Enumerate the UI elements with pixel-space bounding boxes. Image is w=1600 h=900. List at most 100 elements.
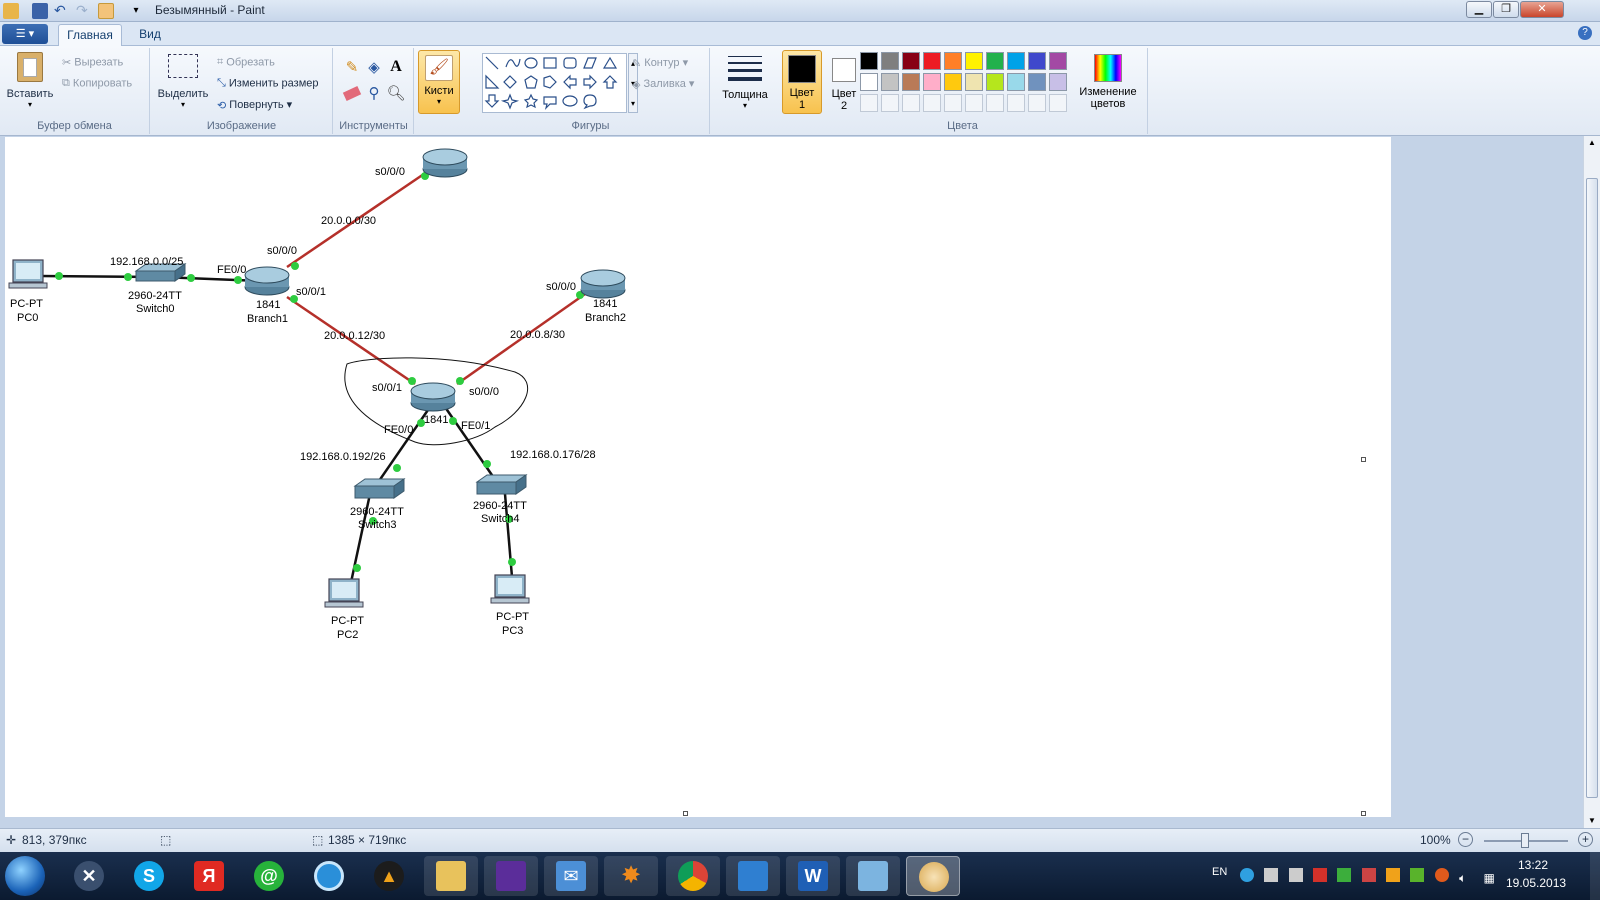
customize-quick-access-icon[interactable]: ▾: [128, 3, 144, 19]
taskbar-yandex[interactable]: Я: [182, 856, 236, 896]
taskbar-skype[interactable]: S: [122, 856, 176, 896]
palette-swatch[interactable]: [902, 73, 920, 91]
palette-swatch[interactable]: [986, 73, 1004, 91]
custom-swatch-empty[interactable]: [1007, 94, 1025, 112]
palette-swatch[interactable]: [1028, 52, 1046, 70]
select-button[interactable]: Выделить ▾: [157, 54, 209, 116]
tray-icon-6[interactable]: [1361, 868, 1376, 882]
paint-app-icon[interactable]: [3, 3, 19, 19]
brush-quick-icon[interactable]: [98, 3, 114, 19]
tab-home[interactable]: Главная: [58, 24, 122, 46]
palette-swatch[interactable]: [1049, 73, 1067, 91]
taskbar-explorer[interactable]: [424, 856, 478, 896]
palette-swatch[interactable]: [944, 52, 962, 70]
close-button[interactable]: ✕: [1520, 1, 1564, 18]
scroll-down-arrow[interactable]: ▼: [1584, 814, 1600, 828]
volume-icon[interactable]: 🔈︎: [1459, 871, 1473, 885]
paste-button[interactable]: Вставить ▾: [6, 52, 54, 112]
edit-colors-button[interactable]: Изменение цветов: [1076, 52, 1140, 116]
tray-icon-8[interactable]: [1410, 868, 1425, 882]
palette-swatch[interactable]: [986, 52, 1004, 70]
custom-swatch-empty[interactable]: [881, 94, 899, 112]
custom-swatch-empty[interactable]: [986, 94, 1004, 112]
taskbar-app-1[interactable]: ✕: [62, 856, 116, 896]
file-menu-button[interactable]: ☰ ▾: [2, 24, 48, 44]
color2-button[interactable]: Цвет 2: [824, 50, 864, 114]
cut-button[interactable]: ✂ Вырезать: [62, 56, 123, 69]
network-icon[interactable]: ▦: [1483, 871, 1497, 885]
palette-swatch[interactable]: [902, 52, 920, 70]
zoom-slider-thumb[interactable]: [1521, 833, 1529, 848]
vertical-scrollbar[interactable]: ▲ ▼: [1583, 136, 1600, 828]
tray-icon-2[interactable]: [1264, 868, 1279, 882]
palette-swatch[interactable]: [1007, 52, 1025, 70]
custom-swatch-empty[interactable]: [965, 94, 983, 112]
custom-swatch-empty[interactable]: [923, 94, 941, 112]
pencil-icon[interactable]: ✎: [342, 58, 362, 78]
scroll-up-arrow[interactable]: ▲: [1584, 136, 1600, 150]
tray-icon-3[interactable]: [1288, 868, 1303, 882]
minimize-button[interactable]: ▁: [1466, 1, 1492, 18]
size-button[interactable]: Толщина ▾: [719, 54, 771, 116]
scroll-thumb[interactable]: [1586, 178, 1598, 798]
redo-icon[interactable]: ↷: [76, 3, 92, 19]
tray-icon-4[interactable]: [1313, 868, 1328, 882]
palette-swatch[interactable]: [965, 52, 983, 70]
fill-button[interactable]: ◈ Заливка ▾: [632, 77, 694, 91]
custom-swatch-empty[interactable]: [1049, 94, 1067, 112]
taskbar-mail[interactable]: ✉: [544, 856, 598, 896]
start-button[interactable]: [5, 856, 45, 896]
fill-bucket-icon[interactable]: ◈: [364, 58, 384, 78]
taskbar-mail-agent[interactable]: @: [242, 856, 296, 896]
brushes-button[interactable]: 🖌︎ Кисти ▾: [418, 50, 460, 114]
taskbar-word[interactable]: W: [786, 856, 840, 896]
palette-swatch[interactable]: [1007, 73, 1025, 91]
palette-swatch[interactable]: [881, 52, 899, 70]
magnifier-icon[interactable]: 🔍︎: [386, 84, 406, 104]
palette-swatch[interactable]: [965, 73, 983, 91]
show-desktop-button[interactable]: [1590, 852, 1600, 900]
text-tool-icon[interactable]: A: [386, 58, 406, 78]
taskbar-app-3[interactable]: ✸: [604, 856, 658, 896]
color1-button[interactable]: Цвет 1: [782, 50, 822, 114]
custom-swatch-empty[interactable]: [860, 94, 878, 112]
save-icon[interactable]: [32, 3, 48, 19]
zoom-out-button[interactable]: −: [1458, 832, 1473, 847]
palette-swatch[interactable]: [860, 73, 878, 91]
taskbar-aimp[interactable]: ▲: [362, 856, 416, 896]
rotate-button[interactable]: ⟲ Повернуть ▾: [217, 98, 292, 112]
taskbar-webcam[interactable]: [302, 856, 356, 896]
taskbar-paint[interactable]: [906, 856, 960, 896]
palette-swatch[interactable]: [1028, 73, 1046, 91]
palette-swatch[interactable]: [860, 52, 878, 70]
eraser-icon[interactable]: [342, 84, 362, 104]
undo-icon[interactable]: ↶: [54, 3, 70, 19]
canvas-resize-handle-right[interactable]: [1361, 457, 1366, 462]
crop-button[interactable]: ⌗ Обрезать: [217, 56, 275, 69]
custom-swatch-empty[interactable]: [944, 94, 962, 112]
drawing-canvas[interactable]: PC-PT PC0 2960-24TT Switch0 1841 Branch1…: [5, 137, 1391, 817]
taskbar-chrome[interactable]: [666, 856, 720, 896]
canvas-resize-handle-corner[interactable]: [1361, 811, 1366, 816]
tray-icon-5[interactable]: [1337, 868, 1352, 882]
outline-button[interactable]: ✎ Контур ▾: [632, 56, 688, 70]
taskbar-app-2[interactable]: [484, 856, 538, 896]
palette-swatch[interactable]: [923, 73, 941, 91]
palette-swatch[interactable]: [1049, 52, 1067, 70]
color-picker-icon[interactable]: ⚲: [364, 84, 384, 104]
canvas-resize-handle-bottom[interactable]: [683, 811, 688, 816]
zoom-in-button[interactable]: +: [1578, 832, 1593, 847]
palette-swatch[interactable]: [881, 73, 899, 91]
clock-date[interactable]: 19.05.2013: [1506, 876, 1566, 890]
help-icon[interactable]: ?: [1578, 26, 1592, 40]
tab-view[interactable]: Вид: [128, 24, 172, 46]
resize-button[interactable]: ⤡ Изменить размер: [217, 77, 319, 90]
tray-icon-1[interactable]: [1240, 868, 1254, 882]
palette-swatch[interactable]: [923, 52, 941, 70]
palette-swatch[interactable]: [944, 73, 962, 91]
clock-time[interactable]: 13:22: [1518, 858, 1548, 872]
custom-swatch-empty[interactable]: [1028, 94, 1046, 112]
keyboard-language[interactable]: EN: [1212, 866, 1227, 878]
tray-icon-7[interactable]: [1386, 868, 1401, 882]
taskbar-photo-viewer[interactable]: [846, 856, 900, 896]
